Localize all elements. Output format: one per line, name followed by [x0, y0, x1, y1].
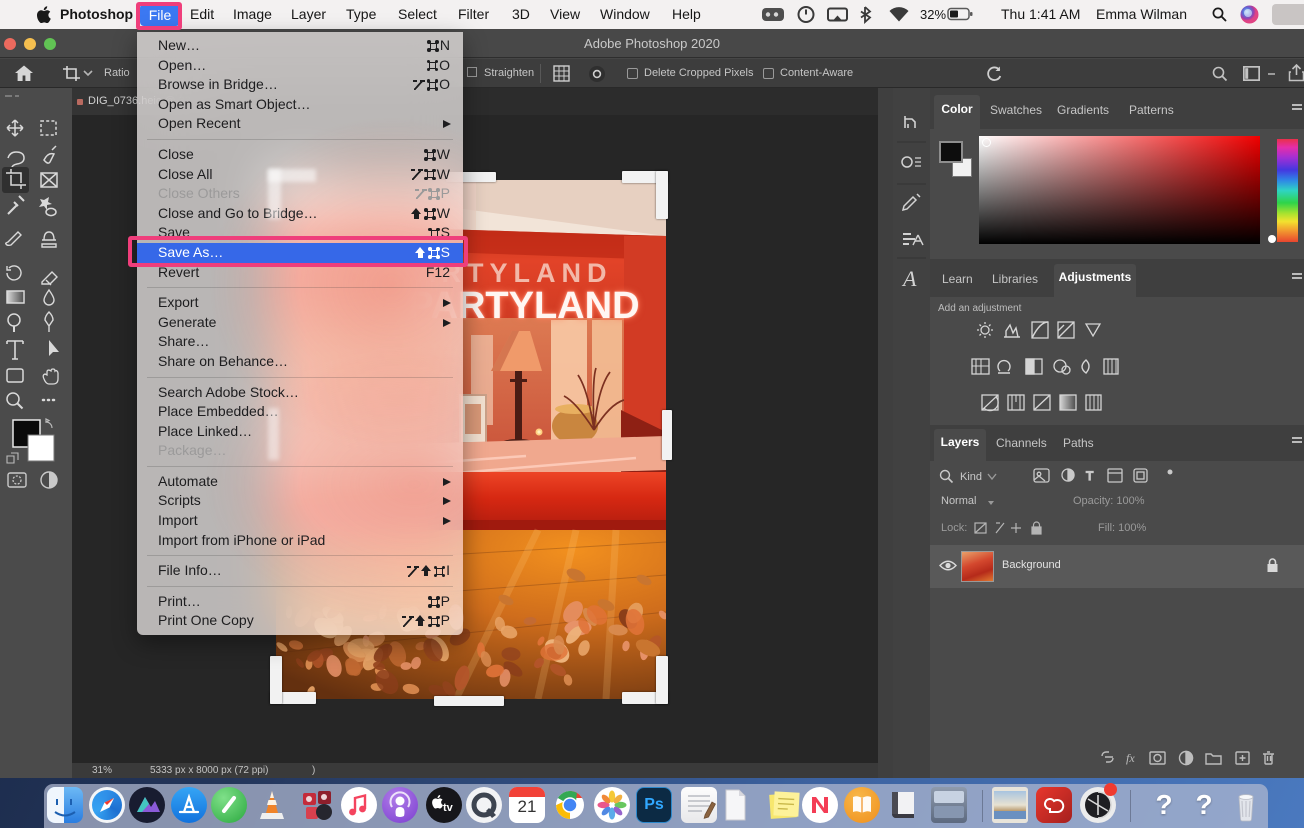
svg-text:A: A [901, 266, 917, 291]
svg-text:fx: fx [1126, 751, 1135, 765]
svg-text:Kind: Kind [960, 471, 982, 483]
svg-text:T: T [1086, 469, 1094, 483]
svg-text:tv: tv [443, 802, 454, 814]
